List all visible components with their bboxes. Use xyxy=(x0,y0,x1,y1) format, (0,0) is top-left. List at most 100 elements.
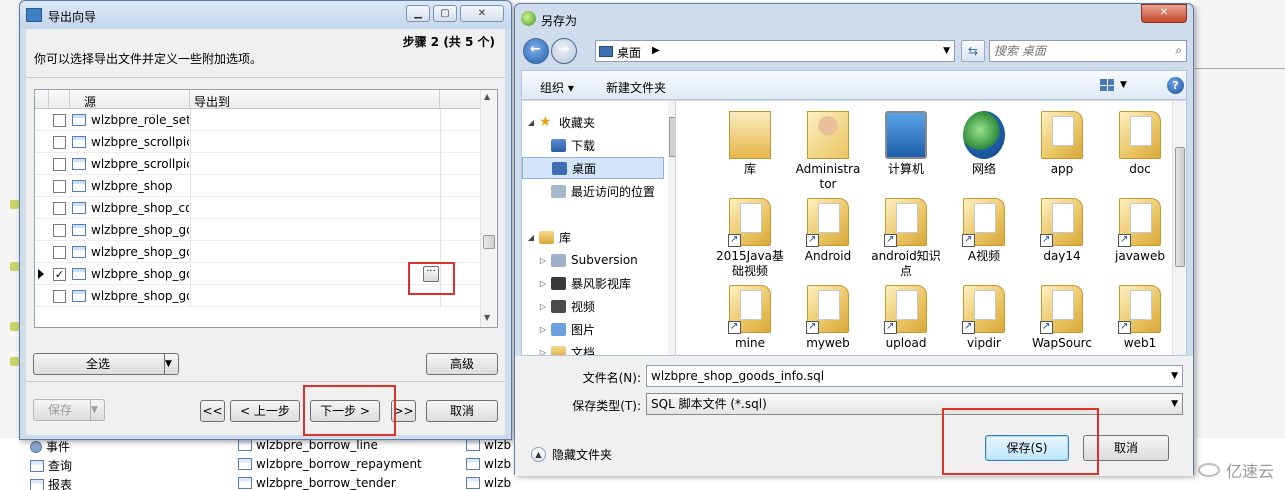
save-dropdown-icon[interactable]: ▼ xyxy=(90,400,104,420)
filetype-select[interactable]: SQL 脚本文件 (*.sql) ▼ xyxy=(646,393,1183,415)
first-step-button[interactable]: << xyxy=(200,400,225,422)
file-item[interactable]: android知识点 xyxy=(868,198,944,279)
hide-folders-toggle[interactable]: ▲ 隐藏文件夹 xyxy=(531,446,612,463)
file-scrollbar[interactable] xyxy=(1172,101,1186,355)
row-checkbox[interactable] xyxy=(53,136,66,149)
cancel-button[interactable]: 取消 xyxy=(426,400,498,422)
row-selector[interactable] xyxy=(35,285,49,307)
expand-icon[interactable]: ◢ xyxy=(526,118,536,127)
row-checkbox[interactable]: ✓ xyxy=(53,268,66,281)
expand-icon[interactable]: ▷ xyxy=(538,302,548,311)
tree-item-events[interactable]: 事件 xyxy=(30,438,70,455)
file-item[interactable]: javaweb xyxy=(1102,198,1178,264)
nav-item[interactable]: 下载 xyxy=(522,134,664,156)
next-step-button[interactable]: 下一步 > xyxy=(310,400,380,422)
filetype-dropdown-icon[interactable]: ▼ xyxy=(1171,394,1178,414)
row-checkbox[interactable] xyxy=(53,224,66,237)
table-item[interactable]: wlzb xyxy=(466,476,511,490)
tree-item-reports[interactable]: 报表 xyxy=(30,476,72,490)
grid-scrollbar[interactable]: ▲ ▼ xyxy=(480,90,497,327)
scroll-thumb[interactable] xyxy=(1175,147,1185,267)
table-row[interactable]: wlzbpre_scrollpic xyxy=(35,131,481,153)
row-selector[interactable] xyxy=(35,263,49,285)
table-row[interactable]: wlzbpre_scrollpic xyxy=(35,153,481,175)
row-checkbox[interactable] xyxy=(53,180,66,193)
expand-icon[interactable]: ▷ xyxy=(538,325,548,334)
address-dropdown-icon[interactable]: ▼ xyxy=(943,46,950,56)
title-bar[interactable]: 导出向导 ▁ ▢ ✕ xyxy=(20,1,511,29)
file-item[interactable]: A视频 xyxy=(946,198,1022,264)
file-item[interactable]: Android xyxy=(790,198,866,264)
table-item[interactable]: wlzb xyxy=(466,457,511,471)
filename-dropdown-icon[interactable]: ▼ xyxy=(1171,366,1178,386)
column-export-to[interactable]: 导出到 xyxy=(190,90,440,109)
row-selector[interactable] xyxy=(35,241,49,263)
file-item[interactable]: 计算机 xyxy=(868,111,944,177)
row-checkbox[interactable] xyxy=(53,158,66,171)
search-box[interactable]: ⌕ xyxy=(989,40,1187,62)
view-icon[interactable] xyxy=(1100,79,1114,91)
advanced-button[interactable]: 高级 xyxy=(426,353,498,375)
nav-item[interactable]: 桌面 xyxy=(522,157,664,179)
close-button[interactable]: ✕ xyxy=(460,5,504,22)
back-button[interactable]: ← xyxy=(523,38,549,64)
search-input[interactable] xyxy=(994,43,1164,59)
file-item[interactable]: doc xyxy=(1102,111,1178,177)
scroll-up-icon[interactable]: ▲ xyxy=(484,92,490,101)
nav-item[interactable]: ▷ 图片 xyxy=(522,318,664,340)
table-row[interactable]: wlzbpre_shop_go xyxy=(35,285,481,307)
last-step-button[interactable]: >> xyxy=(391,400,416,422)
browse-ellipsis-button[interactable]: ··· xyxy=(423,266,439,282)
breadcrumb-chevron-icon[interactable]: ▶ xyxy=(652,45,660,56)
title-bar[interactable]: 另存为 ✕ xyxy=(515,4,1193,32)
cancel-button[interactable]: 取消 xyxy=(1083,435,1169,461)
table-row[interactable]: wlzbpre_shop_go xyxy=(35,241,481,263)
row-selector[interactable] xyxy=(35,131,49,153)
file-item[interactable]: vipdir xyxy=(946,285,1022,351)
address-bar[interactable]: 桌面 ▶ ▼ xyxy=(595,40,955,62)
column-source[interactable]: 源 xyxy=(70,90,190,109)
row-checkbox[interactable] xyxy=(53,202,66,215)
table-row[interactable]: wlzbpre_shop xyxy=(35,175,481,197)
table-row[interactable]: wlzbpre_shop_go xyxy=(35,219,481,241)
file-item[interactable]: web1 xyxy=(1102,285,1178,351)
maximize-button[interactable]: ▢ xyxy=(433,5,457,22)
file-item[interactable]: mine xyxy=(712,285,788,351)
row-selector[interactable] xyxy=(35,197,49,219)
table-row[interactable]: wlzbpre_shop_co xyxy=(35,197,481,219)
expand-icon[interactable]: ▷ xyxy=(538,256,548,265)
organize-button[interactable]: 组织 ▾ xyxy=(540,79,574,96)
filename-field[interactable]: wlzbpre_shop_goods_info.sql ▼ xyxy=(646,365,1183,387)
file-item[interactable]: Administra tor xyxy=(790,111,866,192)
forward-button[interactable]: → xyxy=(551,38,577,64)
nav-item[interactable]: ◢ ★ 收藏夹 xyxy=(522,111,664,133)
save-button[interactable]: 保存(S) xyxy=(985,435,1069,461)
row-checkbox[interactable] xyxy=(53,246,66,259)
nav-item[interactable]: ▷ 视频 xyxy=(522,295,664,317)
nav-item[interactable]: 最近访问的位置 xyxy=(522,180,664,202)
help-icon[interactable]: ? xyxy=(1167,77,1184,94)
select-all-dropdown-icon[interactable]: ▼ xyxy=(164,354,178,374)
row-selector[interactable] xyxy=(35,175,49,197)
file-item[interactable]: day14 xyxy=(1024,198,1100,264)
table-item[interactable]: wlzbpre_borrow_tender xyxy=(238,476,396,490)
view-dropdown-icon[interactable]: ▼ xyxy=(1120,80,1127,90)
row-selector[interactable] xyxy=(35,109,49,131)
close-button[interactable]: ✕ xyxy=(1141,4,1187,23)
nav-item[interactable]: ▷ Subversion xyxy=(522,249,664,271)
expand-icon[interactable]: ▷ xyxy=(538,279,548,288)
tree-item-queries[interactable]: 查询 xyxy=(30,457,72,474)
table-item[interactable]: wlzb xyxy=(466,438,511,452)
expand-icon[interactable]: ▷ xyxy=(538,348,548,356)
file-item[interactable]: myweb xyxy=(790,285,866,351)
scroll-down-icon[interactable]: ▼ xyxy=(484,313,490,322)
file-item[interactable]: app xyxy=(1024,111,1100,177)
table-item[interactable]: wlzbpre_borrow_repayment xyxy=(238,457,422,471)
file-item[interactable]: 网络 xyxy=(946,111,1022,177)
table-item[interactable]: wlzbpre_borrow_line xyxy=(238,438,378,452)
nav-item[interactable]: ◢ 库 xyxy=(522,226,664,248)
prev-step-button[interactable]: < 上一步 xyxy=(230,400,300,422)
file-item[interactable]: WapSourc xyxy=(1024,285,1100,351)
scroll-thumb[interactable] xyxy=(483,235,495,249)
row-selector[interactable] xyxy=(35,219,49,241)
